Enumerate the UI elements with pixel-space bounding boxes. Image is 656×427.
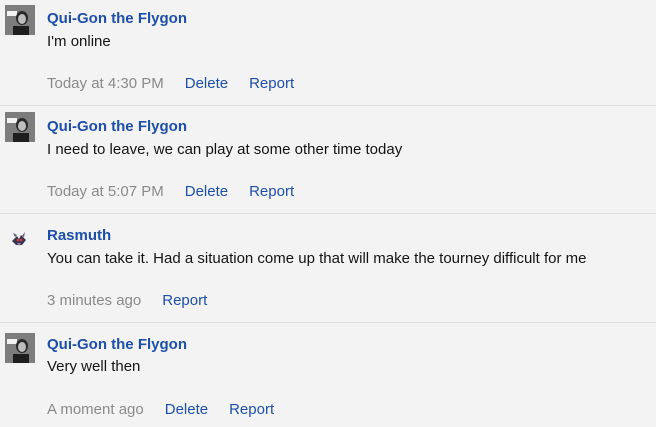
avatar[interactable] <box>5 5 35 35</box>
person-avatar-icon <box>5 333 35 363</box>
message-item: Qui-Gon the Flygon Very well then A mome… <box>0 324 656 427</box>
timestamp[interactable]: A moment ago <box>47 401 144 418</box>
message-text: I need to leave, we can play at some oth… <box>47 141 403 158</box>
report-link[interactable]: Report <box>249 75 294 92</box>
message-item: Qui-Gon the Flygon I need to leave, we c… <box>0 107 656 214</box>
timestamp[interactable]: 3 minutes ago <box>47 292 141 309</box>
message-text: You can take it. Had a situation come up… <box>47 250 587 267</box>
person-avatar-icon <box>5 112 35 142</box>
username[interactable]: Qui-Gon the Flygon <box>47 336 187 353</box>
sprite-avatar[interactable] <box>8 227 30 249</box>
timestamp[interactable]: Today at 5:07 PM <box>47 183 164 200</box>
delete-link[interactable]: Delete <box>185 75 228 92</box>
avatar[interactable] <box>5 112 35 142</box>
avatar[interactable] <box>5 333 35 363</box>
pokemon-sprite-icon <box>12 232 26 246</box>
message-meta: 3 minutes ago Report <box>47 292 228 309</box>
message-text: Very well then <box>47 358 141 375</box>
username[interactable]: Qui-Gon the Flygon <box>47 10 187 27</box>
delete-link[interactable]: Delete <box>185 183 228 200</box>
message-item: Rasmuth You can take it. Had a situation… <box>0 215 656 323</box>
message-item: Qui-Gon the Flygon I'm online Today at 4… <box>0 0 656 106</box>
person-avatar-icon <box>5 5 35 35</box>
timestamp[interactable]: Today at 4:30 PM <box>47 75 164 92</box>
username[interactable]: Rasmuth <box>47 227 111 244</box>
message-meta: Today at 5:07 PM Delete Report <box>47 183 315 200</box>
report-link[interactable]: Report <box>162 292 207 309</box>
message-meta: Today at 4:30 PM Delete Report <box>47 75 315 92</box>
message-feed: Qui-Gon the Flygon I'm online Today at 4… <box>0 0 656 427</box>
delete-link[interactable]: Delete <box>165 401 208 418</box>
message-meta: A moment ago Delete Report <box>47 401 295 418</box>
report-link[interactable]: Report <box>229 401 274 418</box>
username[interactable]: Qui-Gon the Flygon <box>47 118 187 135</box>
message-text: I'm online <box>47 33 111 50</box>
report-link[interactable]: Report <box>249 183 294 200</box>
